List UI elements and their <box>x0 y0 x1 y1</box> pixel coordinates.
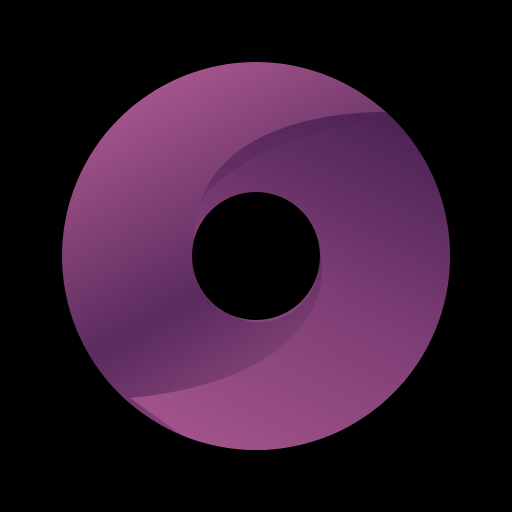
app-icon-canvas <box>0 0 512 512</box>
purple-ring-swirl-icon <box>62 62 450 450</box>
center-hole <box>192 192 320 320</box>
